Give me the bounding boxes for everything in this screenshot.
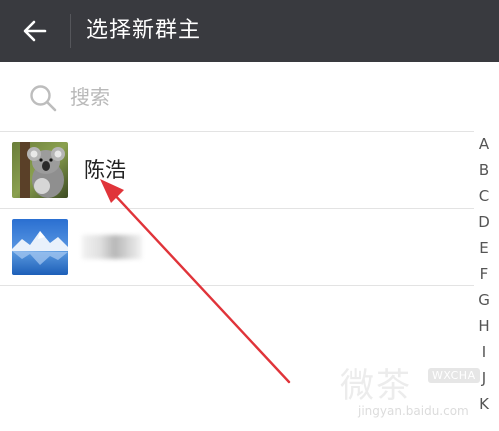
search-icon — [30, 85, 57, 112]
page-title: 选择新群主 — [86, 18, 202, 43]
contact-row[interactable]: 陈浩 — [0, 132, 474, 208]
divider — [0, 285, 474, 286]
index-letter[interactable]: A — [474, 135, 494, 153]
watermark: 微茶 WXCHA jingyan.baidu.com — [340, 358, 499, 431]
contact-name-blurred — [82, 235, 142, 259]
watermark-subtext: jingyan.baidu.com — [358, 404, 469, 418]
index-letter[interactable]: C — [474, 187, 494, 205]
search-input[interactable] — [70, 82, 450, 112]
avatar — [12, 219, 68, 275]
index-letter[interactable]: D — [474, 213, 494, 231]
index-letter[interactable]: E — [474, 239, 494, 257]
index-letter[interactable]: B — [474, 161, 494, 179]
contact-row[interactable] — [0, 209, 474, 285]
index-letter[interactable]: H — [474, 317, 494, 335]
watermark-logo: 微茶 — [340, 366, 412, 406]
landscape-avatar — [12, 219, 68, 275]
back-arrow-icon — [23, 20, 47, 42]
search-bar — [0, 62, 499, 131]
top-bar: 选择新群主 — [0, 0, 499, 62]
avatar — [12, 142, 68, 198]
koala-avatar — [12, 142, 68, 198]
back-button[interactable] — [18, 14, 52, 48]
header-divider — [70, 14, 71, 48]
watermark-tag: WXCHA — [428, 368, 480, 383]
contact-name: 陈浩 — [84, 158, 126, 182]
index-letter[interactable]: G — [474, 291, 494, 309]
index-letter[interactable]: F — [474, 265, 494, 283]
